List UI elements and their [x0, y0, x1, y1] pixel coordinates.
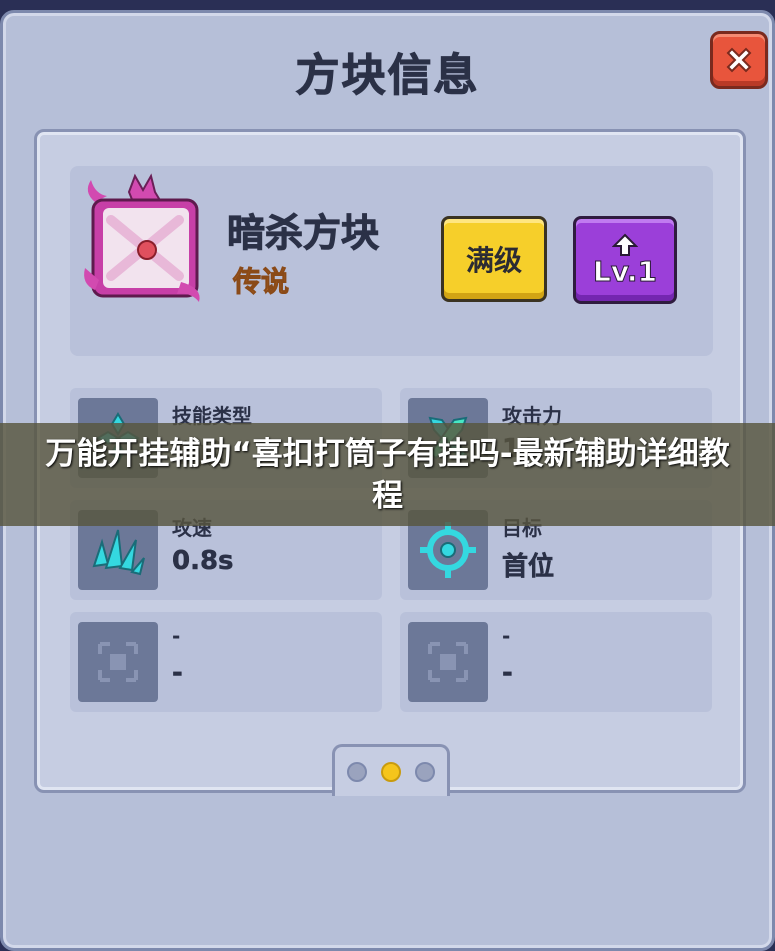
level-up-button[interactable]: Lv.1: [573, 216, 677, 304]
dialog-title: 方块信息: [295, 50, 480, 102]
close-button[interactable]: [710, 31, 768, 89]
rarity-label: 传说: [232, 265, 290, 299]
arrow-up-icon: [612, 233, 638, 256]
assassin-block-icon: [84, 173, 200, 302]
stat-label: -: [172, 624, 181, 648]
stat-card-empty: - -: [70, 612, 382, 712]
page-dot-1[interactable]: [347, 761, 367, 782]
empty-slot-icon: [98, 642, 138, 682]
empty-slot-icon: [428, 642, 468, 682]
close-icon: [726, 47, 752, 73]
max-level-label: 满级: [465, 244, 522, 277]
page-dot-3[interactable]: [415, 761, 435, 782]
stat-value: -: [502, 658, 513, 689]
level-label: Lv.1: [593, 254, 658, 288]
target-icon: [420, 522, 476, 578]
speed-spikes-icon: [92, 529, 145, 576]
max-level-button[interactable]: 满级: [441, 216, 547, 302]
page-indicator: [332, 744, 450, 796]
stat-value: 首位: [502, 552, 555, 583]
stat-card-empty: - -: [400, 612, 712, 712]
stat-value: -: [172, 658, 183, 689]
overlay-banner: 万能开挂辅助“喜扣打筒子有挂吗-最新辅助详细教程: [0, 423, 775, 526]
block-name: 暗杀方块: [226, 211, 380, 256]
stat-value: 0.8s: [172, 546, 234, 577]
stat-label: -: [502, 624, 511, 648]
page-dot-2-active[interactable]: [381, 761, 401, 782]
